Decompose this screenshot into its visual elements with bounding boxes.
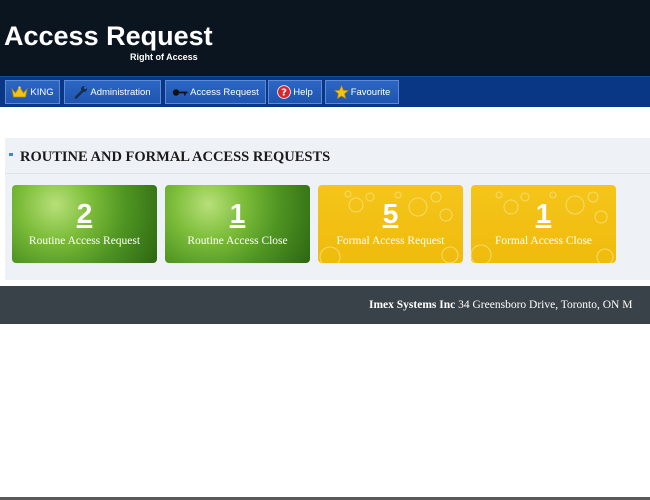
- star-icon: [333, 84, 349, 99]
- nav-item-administration[interactable]: Administration: [64, 80, 161, 104]
- nav-item-label: KING: [30, 86, 54, 98]
- app-title: Access Request: [4, 21, 213, 51]
- main-navigation: KING Administration Access Request ? Hel…: [0, 76, 650, 107]
- tile-formal-access-close[interactable]: 1 Formal Access Close: [471, 185, 616, 263]
- nav-item-label: Access Request: [190, 86, 259, 98]
- page-footer: Imex Systems Inc 34 Greensboro Drive, To…: [0, 286, 650, 324]
- nav-item-king[interactable]: KING: [5, 80, 60, 104]
- nav-item-access-request[interactable]: Access Request: [165, 80, 266, 104]
- nav-item-help[interactable]: ? Help: [268, 80, 322, 104]
- requests-panel: ROUTINE AND FORMAL ACCESS REQUESTS 2 Rou…: [5, 138, 650, 280]
- nav-item-label: Administration: [90, 86, 151, 98]
- crown-icon: [11, 86, 29, 98]
- help-icon: ?: [277, 85, 292, 99]
- wrench-icon: [75, 86, 88, 99]
- svg-text:?: ?: [281, 88, 287, 99]
- nav-item-favourite[interactable]: Favourite: [325, 80, 399, 104]
- tile-label: Formal Access Request: [336, 235, 445, 247]
- panel-bullet-icon: [9, 153, 13, 156]
- nav-item-label: Help: [293, 86, 313, 98]
- tile-count: 1: [229, 198, 246, 229]
- tile-label: Routine Access Close: [187, 235, 288, 247]
- tile-label: Formal Access Close: [494, 235, 593, 247]
- tile-label: Routine Access Request: [28, 235, 141, 247]
- panel-header: ROUTINE AND FORMAL ACCESS REQUESTS: [5, 138, 650, 174]
- key-icon: [172, 88, 188, 96]
- panel-title: ROUTINE AND FORMAL ACCESS REQUESTS: [20, 149, 331, 165]
- tile-formal-access-request[interactable]: 5 Formal Access Request: [318, 185, 463, 263]
- footer-text: Imex Systems Inc 34 Greensboro Drive, To…: [369, 298, 632, 312]
- footer-company: Imex Systems Inc: [369, 299, 456, 311]
- app-subtitle: Right of Access: [130, 52, 198, 62]
- tile-routine-access-request[interactable]: 2 Routine Access Request: [12, 185, 157, 263]
- tile-count: 2: [76, 198, 93, 229]
- footer-address: 34 Greensboro Drive, Toronto, ON M: [455, 299, 633, 311]
- tile-count: 5: [382, 198, 399, 229]
- tile-routine-access-close[interactable]: 1 Routine Access Close: [165, 185, 310, 263]
- app-header: Access Request Right of Access: [0, 0, 650, 76]
- nav-item-label: Favourite: [350, 86, 391, 98]
- tile-count: 1: [535, 198, 552, 229]
